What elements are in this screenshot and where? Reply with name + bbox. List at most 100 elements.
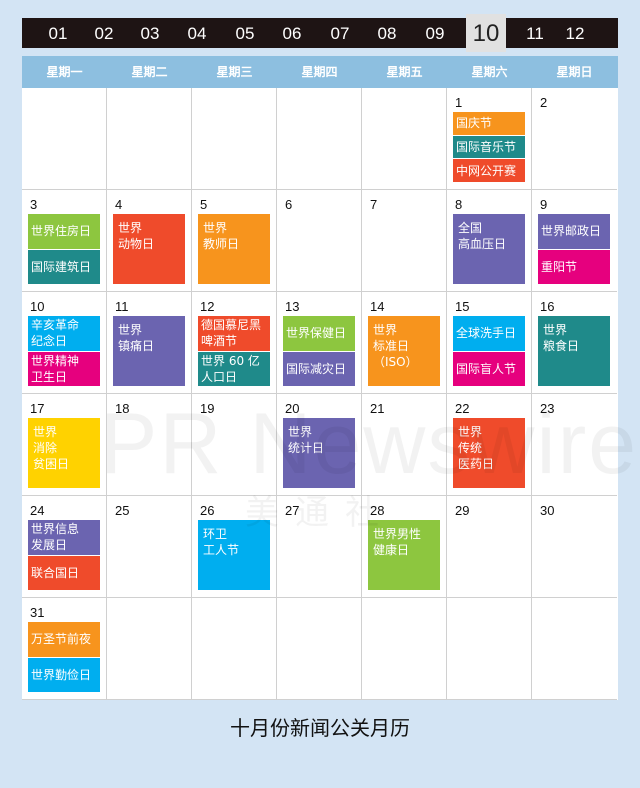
month-tab-07[interactable]: 07	[320, 18, 360, 48]
empty-cell	[532, 598, 617, 700]
empty-cell	[447, 598, 532, 700]
event-item: 联合国日	[28, 555, 100, 590]
event-item: 世界保健日	[283, 316, 355, 351]
day-number: 22	[455, 401, 470, 416]
day-number: 20	[285, 401, 300, 416]
day-cell-12: 12 德国慕尼黑 啤酒节 世界 60 亿 人口日	[192, 292, 277, 394]
day-number: 10	[30, 299, 45, 314]
event-tile: 世界 标准日 （ISO）	[368, 316, 440, 386]
event-item: 全球洗手日	[453, 316, 525, 351]
day-cell-15: 15 全球洗手日 国际盲人节	[447, 292, 532, 394]
month-tab-06[interactable]: 06	[272, 18, 312, 48]
day-number: 5	[200, 197, 208, 212]
weekday-label: 星期六	[471, 65, 508, 79]
day-number: 30	[540, 503, 555, 518]
event-item: 国际减灾日	[283, 351, 355, 386]
event-tile: 世界 传统 医药日	[453, 418, 525, 488]
day-number: 6	[285, 197, 293, 212]
day-cell-11: 11 世界 镇痛日	[107, 292, 192, 394]
event-tile: 世界 统计日	[283, 418, 355, 488]
event-item: 世界 消除 贫困日	[28, 418, 100, 488]
day-number: 15	[455, 299, 470, 314]
event-item: 世界邮政日	[538, 214, 610, 249]
empty-cell	[192, 598, 277, 700]
empty-cell	[277, 598, 362, 700]
day-number: 11	[115, 299, 129, 314]
event-item: 世界 粮食日	[538, 316, 610, 386]
day-number: 23	[540, 401, 555, 416]
day-number: 3	[30, 197, 38, 212]
event-item: 重阳节	[538, 249, 610, 284]
event-item: 全国 高血压日	[453, 214, 525, 284]
day-cell-7: 7	[362, 190, 447, 292]
month-tab-09[interactable]: 09	[415, 18, 455, 48]
day-cell-23: 23	[532, 394, 617, 496]
day-number: 9	[540, 197, 548, 212]
event-tile: 世界信息 发展日 联合国日	[28, 520, 100, 590]
event-tile: 世界 镇痛日	[113, 316, 185, 386]
month-tab-02[interactable]: 02	[84, 18, 124, 48]
empty-cell	[192, 88, 277, 190]
event-tile: 万圣节前夜 世界勤俭日	[28, 622, 100, 692]
day-number: 21	[370, 401, 385, 416]
day-cell-26: 26 环卫 工人节	[192, 496, 277, 598]
event-item: 世界 统计日	[283, 418, 355, 488]
day-number: 31	[30, 605, 45, 620]
event-item: 环卫 工人节	[198, 520, 270, 590]
day-number: 25	[115, 503, 130, 518]
month-tab-12[interactable]: 12	[555, 18, 595, 48]
event-tile: 德国慕尼黑 啤酒节 世界 60 亿 人口日	[198, 316, 270, 386]
event-tile: 国庆节 国际音乐节 中网公开赛	[453, 112, 525, 183]
month-tab-04[interactable]: 04	[177, 18, 217, 48]
day-cell-29: 29	[447, 496, 532, 598]
day-number: 16	[540, 299, 555, 314]
empty-cell	[362, 88, 447, 190]
event-item: 德国慕尼黑 啤酒节	[198, 316, 270, 351]
day-number: 8	[455, 197, 463, 212]
event-tile: 全国 高血压日	[453, 214, 525, 284]
day-number: 12	[200, 299, 215, 314]
event-item: 国际盲人节	[453, 351, 525, 386]
month-selector: 01 02 03 04 05 06 07 08 09 10 11 12	[22, 14, 618, 52]
event-item: 万圣节前夜	[28, 622, 100, 657]
empty-cell	[277, 88, 362, 190]
calendar-grid: 1 国庆节 国际音乐节 中网公开赛 2 3 世界住房日 国际建筑日 4 世界 动物日 5 世界 教师日…	[22, 88, 618, 700]
weekday-label: 星期三	[216, 65, 253, 79]
day-number: 29	[455, 503, 470, 518]
day-cell-16: 16 世界 粮食日	[532, 292, 617, 394]
day-number: 1	[455, 95, 463, 110]
day-number: 2	[540, 95, 548, 110]
month-tab-03[interactable]: 03	[130, 18, 170, 48]
weekday-label: 星期二	[131, 65, 168, 79]
month-tab-08[interactable]: 08	[367, 18, 407, 48]
day-number: 13	[285, 299, 300, 314]
event-item: 世界 教师日	[198, 214, 270, 284]
weekday-header: 星期一 星期二 星期三 星期四 星期五 星期六 星期日	[22, 56, 618, 88]
event-item: 国际建筑日	[28, 249, 100, 284]
month-tab-11[interactable]: 11	[515, 18, 555, 48]
month-tab-05[interactable]: 05	[225, 18, 265, 48]
day-number: 26	[200, 503, 215, 518]
day-number: 7	[370, 197, 378, 212]
day-cell-4: 4 世界 动物日	[107, 190, 192, 292]
day-cell-20: 20 世界 统计日	[277, 394, 362, 496]
event-item: 世界 镇痛日	[113, 316, 185, 386]
day-cell-19: 19	[192, 394, 277, 496]
day-cell-30: 30	[532, 496, 617, 598]
month-tab-10[interactable]: 10	[466, 14, 506, 52]
day-cell-22: 22 世界 传统 医药日	[447, 394, 532, 496]
calendar-title: 十月份新闻公关月历	[230, 716, 410, 740]
day-number: 4	[115, 197, 123, 212]
day-cell-2: 2	[532, 88, 617, 190]
empty-cell	[107, 598, 192, 700]
event-item: 世界勤俭日	[28, 657, 100, 692]
day-cell-10: 10 辛亥革命 纪念日 世界精神 卫生日	[22, 292, 107, 394]
event-item: 世界 传统 医药日	[453, 418, 525, 488]
day-number: 17	[30, 401, 45, 416]
day-number: 14	[370, 299, 385, 314]
day-number: 24	[30, 503, 45, 518]
event-item: 世界住房日	[28, 214, 100, 249]
event-item: 世界 60 亿 人口日	[198, 351, 270, 386]
event-tile: 世界 教师日	[198, 214, 270, 284]
month-tab-01[interactable]: 01	[38, 18, 78, 48]
